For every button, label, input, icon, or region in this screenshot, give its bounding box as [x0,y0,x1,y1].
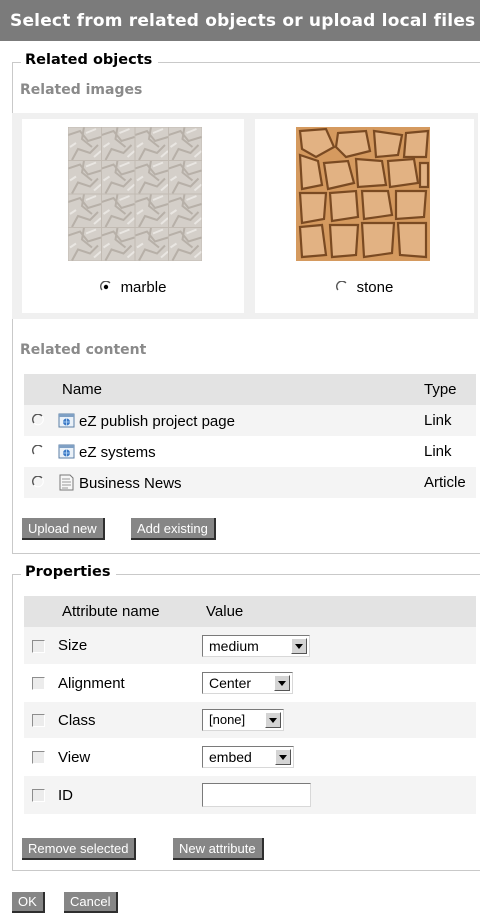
id-input[interactable] [202,783,311,807]
radio-selected-icon[interactable] [99,281,112,293]
attribute-checkbox[interactable] [32,789,45,803]
view-select[interactable]: embed [202,746,294,768]
chevron-down-icon [275,749,291,765]
remove-selected-button[interactable]: Remove selected [22,838,137,860]
attribute-checkbox[interactable] [32,714,45,728]
related-content-heading: Related content [20,342,147,358]
attribute-checkbox[interactable] [32,677,45,691]
radio-unselected-icon[interactable] [32,445,44,457]
table-row: View embed [24,738,476,776]
article-document-icon [59,474,74,490]
cancel-button[interactable]: Cancel [64,892,119,913]
attribute-name: Alignment [58,664,202,702]
table-row: ID [24,776,476,814]
column-header-attribute: Attribute name [58,596,202,627]
image-caption-marble: marble [22,279,244,296]
related-objects-legend: Related objects [21,52,159,68]
image-name-marble: marble [120,279,167,296]
table-row: Class [none] [24,702,476,738]
table-row[interactable]: Business News Article [24,467,476,498]
attribute-name: Class [58,702,202,738]
content-type: Article [422,467,476,498]
radio-unselected-icon[interactable] [335,281,348,293]
related-images-area: marble stone [12,113,478,319]
table-header-row: Attribute name Value [24,596,476,627]
image-name-stone: stone [356,279,394,296]
content-name: Business News [79,474,182,492]
content-type: Link [422,405,476,436]
content-name: eZ publish project page [79,412,235,430]
content-type: Link [422,436,476,467]
chevron-down-icon [265,712,281,728]
image-card-marble[interactable]: marble [22,119,244,313]
attribute-name: View [58,738,202,776]
attribute-name: Size [58,627,202,664]
attribute-checkbox[interactable] [32,639,45,653]
new-attribute-button[interactable]: New attribute [173,838,264,860]
related-images-heading: Related images [20,82,143,98]
marble-texture-thumbnail [68,127,202,261]
radio-unselected-icon[interactable] [32,414,44,426]
image-card-stone[interactable]: stone [255,119,474,313]
link-object-icon [58,444,75,458]
table-row[interactable]: eZ systems Link [24,436,476,467]
radio-unselected-icon[interactable] [32,476,44,488]
column-header-type: Type [422,374,476,405]
table-header-row: Name Type [24,374,476,405]
upload-new-button[interactable]: Upload new [22,518,105,540]
chevron-down-icon [291,637,307,654]
class-select[interactable]: [none] [202,709,284,731]
table-row: Size medium [24,627,476,664]
table-row[interactable]: eZ publish project page Link [24,405,476,436]
cracked-stone-texture-thumbnail [296,127,430,261]
link-object-icon [58,413,75,427]
dialog-title: Select from related objects or upload lo… [0,0,480,41]
size-select[interactable]: medium [202,634,310,657]
add-existing-button[interactable]: Add existing [131,518,216,540]
chevron-down-icon [274,675,290,691]
column-header-name: Name [58,374,422,405]
properties-legend: Properties [21,564,117,580]
image-caption-stone: stone [255,279,474,296]
content-name: eZ systems [79,443,156,461]
related-content-table: Name Type eZ publish project page Link e… [24,374,476,498]
column-header-value: Value [202,596,476,627]
ok-button[interactable]: OK [12,892,45,913]
properties-table: Attribute name Value Size medium Alignme… [24,596,476,814]
alignment-select[interactable]: Center [202,672,293,694]
attribute-name: ID [58,776,202,814]
attribute-checkbox[interactable] [32,751,45,765]
table-row: Alignment Center [24,664,476,702]
